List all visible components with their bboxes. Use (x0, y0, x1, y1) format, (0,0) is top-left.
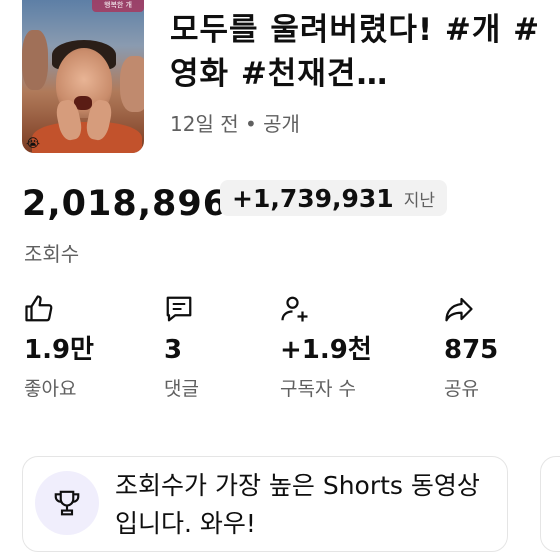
likes-value: 1.9만 (24, 335, 94, 365)
share-icon (445, 297, 473, 322)
stat-shares[interactable]: 875 공유 (444, 294, 560, 401)
stat-likes[interactable]: 1.9만 좋아요 (24, 294, 144, 401)
banner-message: 조회수가 가장 높은 Shorts 동영상입니다. 와우! (115, 471, 480, 538)
views-label: 조회수 (24, 242, 80, 266)
stat-subscribers[interactable]: +1.9천 구독자 수 (280, 294, 400, 401)
likes-label: 좋아요 (24, 378, 77, 400)
stat-comments[interactable]: 3 댓글 (164, 294, 284, 401)
video-title[interactable]: 모두를 울려버렸다! #개 #영화 #천재견… (170, 8, 550, 96)
thumbnail-emoji: 😭 (26, 136, 41, 150)
trophy-icon (54, 490, 80, 516)
subscribers-label: 구독자 수 (280, 378, 356, 400)
views-delta-value: +1,739,931 (232, 183, 394, 213)
views-count: 2,018,896 (22, 184, 229, 224)
video-meta: 12일 전 • 공개 (170, 112, 300, 136)
views-delta-suffix: 지난 (403, 190, 435, 211)
shares-label: 공유 (444, 378, 479, 400)
thumbs-up-icon (25, 295, 53, 322)
trophy-badge (35, 471, 99, 535)
add-person-icon (281, 296, 308, 322)
thumbnail-background-person (22, 30, 48, 90)
next-card-peek[interactable] (540, 456, 560, 552)
top-shorts-banner[interactable]: 조회수가 가장 높은 Shorts 동영상입니다. 와우! (22, 456, 508, 552)
thumbnail-caption: 행복한 개 (92, 0, 144, 12)
video-thumbnail[interactable]: 행복한 개 😭 (22, 0, 144, 153)
shares-value: 875 (444, 335, 499, 365)
comments-value: 3 (164, 335, 183, 365)
comments-label: 댓글 (164, 378, 199, 400)
subscribers-value: +1.9천 (280, 335, 372, 365)
views-delta-chip: +1,739,931 지난 (220, 180, 447, 216)
thumbnail-background-person (120, 56, 144, 112)
comment-icon (166, 296, 192, 322)
